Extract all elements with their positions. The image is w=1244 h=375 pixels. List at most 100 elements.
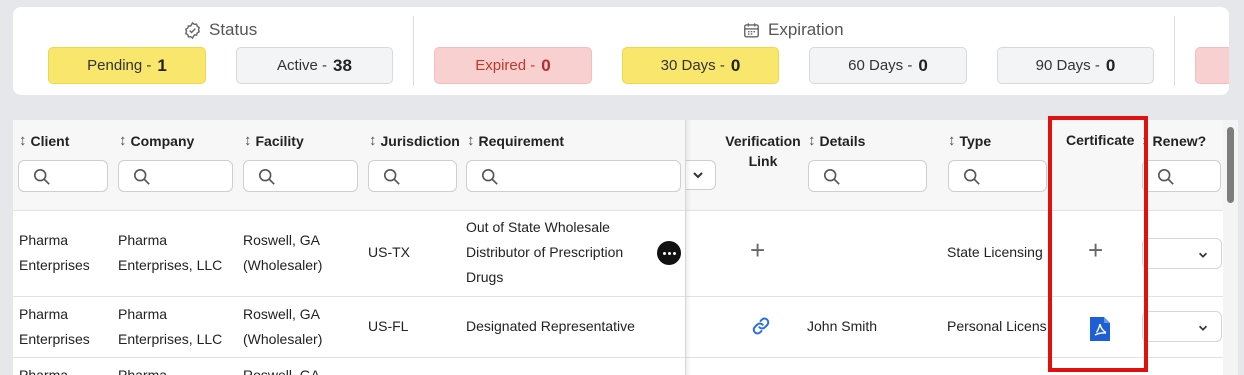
column-header-label: Link xyxy=(748,153,778,169)
90-days-count: 0 xyxy=(1105,55,1116,75)
requirements-table: ↕ Client ↕ Company ↕ Facility ↕ Jurisdiction… xyxy=(13,120,1229,375)
type-cell: Personal License xyxy=(947,318,1047,334)
column-header-client[interactable]: ↕ Client xyxy=(19,132,69,149)
column-header-label: Renew? xyxy=(1152,132,1207,149)
sort-icon[interactable]: ↕ xyxy=(19,132,27,149)
column-header-details[interactable]: ↕ Details xyxy=(808,132,865,149)
calendar-icon xyxy=(744,22,759,38)
chevron-down-icon xyxy=(1198,252,1208,258)
renew-select[interactable] xyxy=(1142,238,1222,269)
sort-icon[interactable]: ↕ xyxy=(119,132,127,149)
jurisdiction-cell: US-FL xyxy=(368,318,409,334)
type-filter-input[interactable] xyxy=(948,160,1047,192)
row-divider xyxy=(13,210,1229,211)
60-days-filter-button[interactable]: 60 Days - 0 xyxy=(809,47,967,84)
90-days-filter-button[interactable]: 90 Days - 0 xyxy=(997,47,1154,84)
column-header-label: Client xyxy=(30,132,70,149)
60-days-count: 0 xyxy=(918,55,928,75)
search-icon xyxy=(383,168,400,185)
pending-count: 1 xyxy=(157,55,167,75)
30-days-filter-button[interactable]: 30 Days - 0 xyxy=(622,47,779,84)
search-icon xyxy=(33,168,50,185)
facility-cell: Roswell, GA (Wholesaler) xyxy=(243,232,323,273)
column-header-type[interactable]: ↕ Type xyxy=(948,132,991,149)
jurisdiction-filter-input[interactable] xyxy=(368,160,457,192)
vertical-scrollbar-thumb[interactable] xyxy=(1227,127,1234,203)
search-icon xyxy=(963,168,980,185)
pending-filter-button[interactable]: Pending - 1 xyxy=(48,47,206,84)
company-cell: Pharma xyxy=(118,367,168,375)
column-header-label: Verification xyxy=(725,133,801,149)
facility-cell: Roswell, GA xyxy=(243,367,321,375)
active-count: 38 xyxy=(333,55,352,75)
column-header-label: Company xyxy=(130,132,195,149)
column-header-label: Facility xyxy=(255,132,304,149)
search-icon xyxy=(133,168,150,185)
column-header-renew[interactable]: ↕ Renew? xyxy=(1141,132,1206,149)
pdf-file-icon[interactable] xyxy=(1088,315,1112,343)
column-header-label: Requirement xyxy=(478,132,565,149)
frozen-column-shadow xyxy=(685,120,691,375)
expiration-title: Expiration xyxy=(768,20,844,39)
sort-icon[interactable]: ↕ xyxy=(808,132,816,149)
column-header-facility[interactable]: ↕ Facility xyxy=(244,132,304,149)
sort-icon[interactable]: ↕ xyxy=(467,132,475,149)
column-header-label: Details xyxy=(819,132,866,149)
client-cell: Pharma xyxy=(19,367,69,375)
sort-icon[interactable]: ↕ xyxy=(369,132,377,149)
90-days-label: 90 Days - xyxy=(1035,57,1100,74)
facility-cell: Roswell, GA (Wholesaler) xyxy=(243,306,323,347)
company-filter-input[interactable] xyxy=(118,160,233,192)
row-divider xyxy=(13,296,1229,297)
active-label: Active - xyxy=(277,57,328,74)
search-icon xyxy=(258,168,275,185)
requirement-cell: Designated Representative xyxy=(466,318,635,334)
company-cell: Pharma Enterprises, LLC xyxy=(118,232,223,273)
sort-icon[interactable]: ↕ xyxy=(948,132,956,149)
active-filter-button[interactable]: Active - 38 xyxy=(236,47,393,84)
group-divider xyxy=(413,16,414,86)
details-filter-input[interactable] xyxy=(808,160,927,192)
expired-filter-button[interactable]: Expired - 0 xyxy=(434,47,592,84)
column-header-certificate: Certificate xyxy=(1066,132,1134,148)
sort-icon[interactable]: ↕ xyxy=(244,132,252,149)
chevron-down-icon xyxy=(693,172,703,179)
requirement-cell: Out of State Wholesale Distributor of Pre… xyxy=(466,219,624,285)
search-icon xyxy=(823,168,840,185)
jurisdiction-cell: US-TX xyxy=(368,244,410,260)
requirement-filter-input[interactable] xyxy=(466,160,681,192)
group-divider xyxy=(1174,16,1175,86)
column-header-jurisdiction[interactable]: ↕ Jurisdiction xyxy=(369,132,460,149)
30-days-count: 0 xyxy=(730,55,741,75)
next-group-filter-button[interactable] xyxy=(1195,47,1229,84)
expired-label: Expired - xyxy=(475,57,536,74)
column-header-label: Jurisdiction xyxy=(380,132,460,149)
column-header-label: Type xyxy=(959,132,992,149)
column-header-verification-link: Verification Link xyxy=(718,131,808,171)
row-actions-button[interactable] xyxy=(657,241,681,265)
chevron-down-icon xyxy=(1198,325,1208,331)
sort-icon[interactable]: ↕ xyxy=(1141,132,1149,149)
row-divider xyxy=(13,357,1229,358)
status-group-title: Status xyxy=(183,20,257,40)
pending-label: Pending - xyxy=(87,57,152,74)
facility-filter-input[interactable] xyxy=(243,160,358,192)
expired-count: 0 xyxy=(541,55,551,75)
search-icon xyxy=(1157,168,1174,185)
details-cell: John Smith xyxy=(807,318,878,334)
link-icon[interactable] xyxy=(751,316,771,336)
client-cell: Pharma Enterprises xyxy=(19,232,90,273)
client-filter-input[interactable] xyxy=(18,160,108,192)
column-header-company[interactable]: ↕ Company xyxy=(119,132,194,149)
add-certificate-icon[interactable]: + xyxy=(1088,237,1103,263)
summary-card: Status Pending -1 Active -38 Expiration … xyxy=(13,7,1229,95)
add-verification-link-icon[interactable]: + xyxy=(750,237,765,263)
column-header-requirement[interactable]: ↕ Requirement xyxy=(467,132,564,149)
badge-check-icon xyxy=(185,21,200,39)
search-icon xyxy=(481,168,498,185)
client-cell: Pharma Enterprises xyxy=(19,306,90,347)
renew-select[interactable] xyxy=(1142,311,1222,342)
renew-filter-input[interactable] xyxy=(1142,160,1221,192)
30-days-label: 30 Days - xyxy=(660,57,725,74)
expiration-group-title: Expiration xyxy=(742,20,844,40)
